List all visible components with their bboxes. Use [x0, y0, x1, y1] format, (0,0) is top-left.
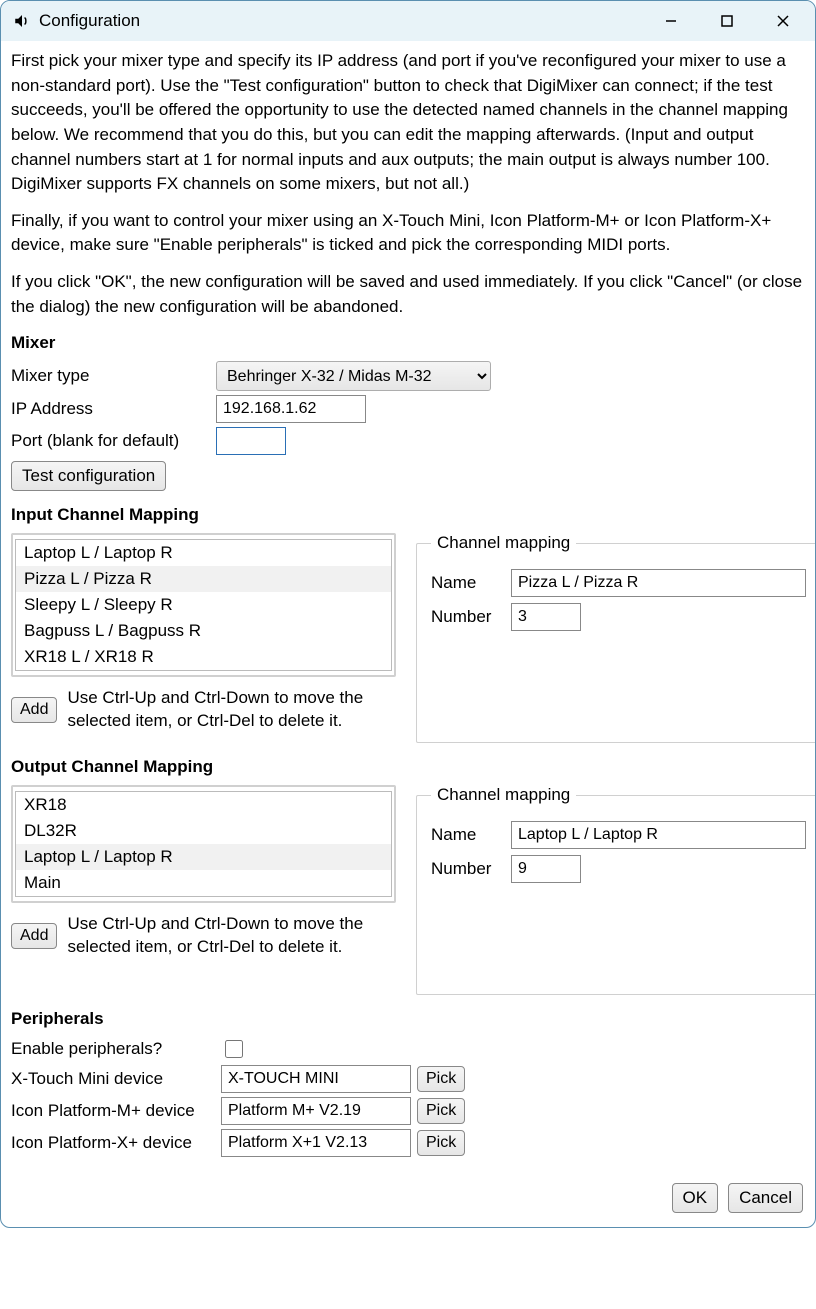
output-name-label: Name: [431, 825, 511, 845]
intro-p2: Finally, if you want to control your mix…: [11, 209, 805, 258]
iconm-pick-button[interactable]: Pick: [417, 1098, 465, 1124]
minimize-button[interactable]: [643, 1, 699, 41]
intro-text: First pick your mixer type and specify i…: [11, 49, 805, 319]
iconm-label: Icon Platform-M+ device: [11, 1101, 221, 1121]
xtouch-device-field[interactable]: [221, 1065, 411, 1093]
test-config-button[interactable]: Test configuration: [11, 461, 166, 491]
iconx-pick-button[interactable]: Pick: [417, 1130, 465, 1156]
list-item[interactable]: XR18 L / XR18 R: [16, 644, 391, 670]
mixer-type-label: Mixer type: [11, 366, 216, 386]
input-name-label: Name: [431, 573, 511, 593]
port-label: Port (blank for default): [11, 431, 216, 451]
input-mapping-heading: Input Channel Mapping: [11, 505, 805, 525]
input-number-field[interactable]: [511, 603, 581, 631]
list-item[interactable]: XR18: [16, 792, 391, 818]
input-add-button[interactable]: Add: [11, 697, 57, 723]
list-item[interactable]: Laptop L / Laptop R: [16, 844, 391, 870]
cancel-button[interactable]: Cancel: [728, 1183, 803, 1213]
enable-peripherals-checkbox[interactable]: [225, 1040, 243, 1058]
config-dialog: Configuration First pick your mixer type…: [0, 0, 816, 1228]
list-item[interactable]: Bagpuss L / Bagpuss R: [16, 618, 391, 644]
intro-p1: First pick your mixer type and specify i…: [11, 49, 805, 197]
ok-button[interactable]: OK: [672, 1183, 719, 1213]
titlebar: Configuration: [1, 1, 815, 41]
output-channel-mapping-group: Channel mapping Name Number: [416, 785, 816, 995]
close-button[interactable]: [755, 1, 811, 41]
output-fieldset-legend: Channel mapping: [431, 785, 576, 805]
output-number-label: Number: [431, 859, 511, 879]
peripherals-heading: Peripherals: [11, 1009, 805, 1029]
output-hint: Use Ctrl-Up and Ctrl-Down to move the se…: [67, 913, 396, 959]
xtouch-pick-button[interactable]: Pick: [417, 1066, 465, 1092]
enable-peripherals-label: Enable peripherals?: [11, 1039, 221, 1059]
iconx-device-field[interactable]: [221, 1129, 411, 1157]
speaker-icon: [13, 12, 31, 30]
input-number-label: Number: [431, 607, 511, 627]
list-item[interactable]: DL32R: [16, 818, 391, 844]
input-channel-mapping-group: Channel mapping Name Number: [416, 533, 816, 743]
iconm-device-field[interactable]: [221, 1097, 411, 1125]
input-name-field[interactable]: [511, 569, 806, 597]
mixer-section-heading: Mixer: [11, 333, 805, 353]
output-add-button[interactable]: Add: [11, 923, 57, 949]
output-listbox[interactable]: XR18DL32RLaptop L / Laptop RMain: [11, 785, 396, 903]
window-title: Configuration: [39, 11, 140, 31]
ip-label: IP Address: [11, 399, 216, 419]
list-item[interactable]: Sleepy L / Sleepy R: [16, 592, 391, 618]
output-mapping-heading: Output Channel Mapping: [11, 757, 805, 777]
mixer-type-select[interactable]: Behringer X-32 / Midas M-32: [216, 361, 491, 391]
list-item[interactable]: Laptop L / Laptop R: [16, 540, 391, 566]
list-item[interactable]: Pizza L / Pizza R: [16, 566, 391, 592]
input-fieldset-legend: Channel mapping: [431, 533, 576, 553]
xtouch-label: X-Touch Mini device: [11, 1069, 221, 1089]
maximize-button[interactable]: [699, 1, 755, 41]
port-input[interactable]: [216, 427, 286, 455]
ip-input[interactable]: [216, 395, 366, 423]
list-item[interactable]: Main: [16, 870, 391, 896]
input-listbox[interactable]: Laptop L / Laptop RPizza L / Pizza RSlee…: [11, 533, 396, 677]
intro-p3: If you click "OK", the new configuration…: [11, 270, 805, 319]
input-hint: Use Ctrl-Up and Ctrl-Down to move the se…: [67, 687, 396, 733]
output-number-field[interactable]: [511, 855, 581, 883]
iconx-label: Icon Platform-X+ device: [11, 1133, 221, 1153]
output-name-field[interactable]: [511, 821, 806, 849]
